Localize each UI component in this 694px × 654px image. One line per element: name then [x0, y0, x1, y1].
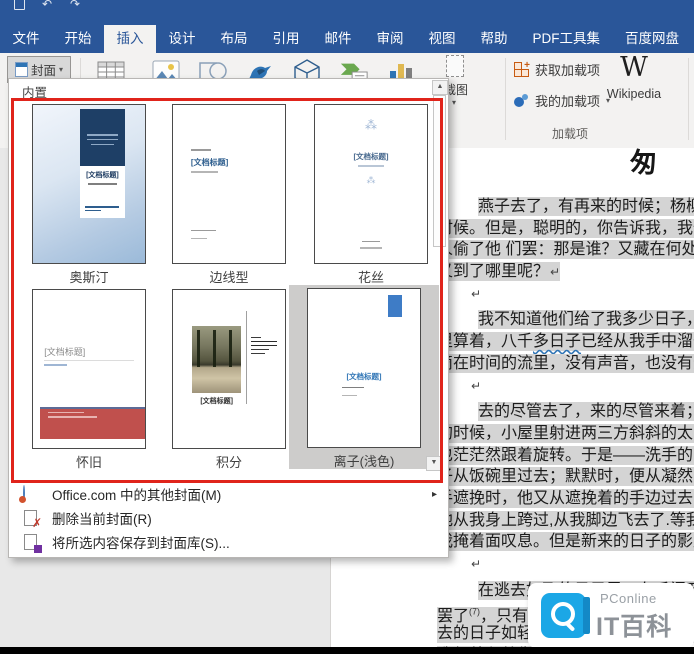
menu-item-more-covers[interactable]: Office.com 中的其他封面(M) ▸ [13, 482, 443, 506]
cover-option-integral[interactable]: [文档标题] 积分 [159, 286, 299, 470]
gallery-scroll-down-icon[interactable]: ▼ [426, 456, 442, 471]
document-text-line: 去的尽管去了，来的尽管来着；去来的中间 [437, 401, 694, 423]
save-icon[interactable] [12, 0, 26, 12]
menu-item-remove-cover[interactable]: ✗ 删除当前封面(R) [13, 506, 443, 530]
document-text-line: ↵ [471, 557, 482, 571]
tab-view[interactable]: 视图 [416, 25, 468, 53]
ornament-icon: ⁂ [365, 117, 377, 132]
document-text-line: 里算着，八千多日子已经从我手中溜去；像针 [437, 331, 694, 353]
submenu-arrow-icon: ▸ [431, 488, 437, 500]
cover-option-filigree[interactable]: ⁂ [文档标题] ⁂ 花丝 [301, 101, 441, 285]
save-to-gallery-icon [23, 533, 42, 553]
cover-art: [文档标题] [80, 108, 125, 218]
tab-review[interactable]: 审阅 [364, 25, 416, 53]
addins-group-label: 加载项 [551, 127, 588, 141]
document-text-line: 也茫茫然跟着旋转。于是——洗手的时候，日 [437, 445, 694, 467]
redo-icon[interactable]: ↷ [68, 0, 82, 12]
globe-icon [23, 484, 40, 503]
document-text-line: 我不知道他们给了我多少日子，但我的手确 [437, 309, 694, 331]
cover-option-nostalgia[interactable]: [文档标题] 怀旧 [19, 286, 159, 470]
cover-art [387, 294, 403, 317]
gallery-scroll-up-icon[interactable]: ▲ [432, 80, 448, 95]
cover-page-icon [14, 62, 28, 77]
chevron-down-icon: ▾ [452, 98, 457, 107]
get-addins-icon: + [514, 60, 530, 77]
menu-item-save-selection[interactable]: 将所选内容保存到封面库(S)... [13, 530, 443, 554]
screenshot-icon [446, 55, 464, 77]
document-text-line: ↵ [471, 378, 482, 393]
tab-references[interactable]: 引用 [260, 25, 312, 53]
tab-mailings[interactable]: 邮件 [312, 25, 364, 53]
get-addins-button[interactable]: + 获取加载项 [514, 60, 600, 79]
document-text-line: 滴在时间的流里，没有声音，也没有影子。↵ [437, 353, 694, 375]
cover-option-sideline[interactable]: [文档标题] 边线型 [159, 101, 299, 285]
cover-thumbnail: [文档标题] [172, 104, 286, 264]
document-text-line: 子从饭碗里过去；默默时，便从凝然的双眼前 [437, 466, 694, 488]
document-text-line: 的时候，小屋里射进两三方斜斜的太阳。太阳 [437, 423, 694, 445]
tab-file[interactable]: 文件 [0, 25, 52, 53]
bottom-black-bar [0, 647, 694, 654]
document-title: 匆 [630, 148, 657, 179]
cover-thumbnail: [文档标题] [32, 289, 146, 449]
document-text-line: 地从我身上跨过,从我脚边飞去了.等我睁开眼 [437, 510, 694, 532]
ornament-icon: ⁂ [366, 174, 376, 185]
cover-option-austin[interactable]: [文档标题] 奥斯汀 [19, 101, 159, 285]
title-bar: ↶ ↷ [0, 0, 694, 25]
cover-page-dropdown: 内置 [文档标题] 奥斯汀 [文档标题] 边线型 ⁂ [文档标题] ⁂ 花丝 [… [8, 78, 449, 558]
ribbon-tabs: 文件 开始 插入 设计 布局 引用 邮件 审阅 视图 帮助 PDF工具集 百度网… [0, 25, 694, 53]
wikipedia-icon: W [620, 52, 648, 83]
cover-thumbnail: [文档标题] [32, 104, 146, 264]
watermark-name: IT百科 [596, 613, 673, 641]
my-addins-icon [514, 93, 529, 108]
watermark: PConline IT百科 [528, 583, 694, 648]
document-text-line: 手遮挽时，他又从遮挽着的手边过去，天黑时 [437, 488, 694, 510]
document-text-line: 燕子去了，有再来的时候；杨柳枯了，有再 [437, 196, 694, 218]
gallery-scrollbar-thumb[interactable] [433, 95, 446, 247]
tab-layout[interactable]: 布局 [208, 25, 260, 53]
document-text-line: 人偷了他 们罢：那是谁？又藏在何处呢？是他 [437, 239, 694, 261]
cover-photo [192, 326, 242, 393]
cover-option-ion-light[interactable]: [文档标题] 离子(浅色) [289, 285, 439, 469]
document-text-line: ↵ [471, 286, 482, 301]
tab-home[interactable]: 开始 [52, 25, 104, 53]
quick-access-toolbar: ↶ ↷ [12, 0, 82, 12]
tab-design[interactable]: 设计 [156, 25, 208, 53]
word-window: ↶ ↷ 文件 开始 插入 设计 布局 引用 邮件 审阅 视图 帮助 PDF工具集… [0, 0, 694, 654]
tab-pdf-tools[interactable]: PDF工具集 [520, 25, 613, 53]
document-text-line: 我掩着面叹息。但是新来的日子的影儿又开始 [437, 531, 694, 553]
chevron-down-icon: ▾ [59, 65, 64, 74]
delete-cover-icon: ✗ [23, 509, 42, 530]
cover-art [39, 406, 145, 439]
builtin-section-label: 内置 [22, 86, 48, 100]
tab-baidu-netdisk[interactable]: 百度网盘 [613, 25, 692, 53]
cover-art [251, 334, 278, 355]
wikipedia-button[interactable]: W Wikipedia [596, 52, 672, 102]
cover-thumbnail: [文档标题] [172, 289, 286, 449]
document-text-line: 又到了哪里呢？↵ [437, 262, 561, 282]
tab-insert[interactable]: 插入 [104, 25, 156, 53]
cover-thumbnail: ⁂ [文档标题] ⁂ [314, 104, 428, 264]
document-text-line: 时候。但是，聪明的，你告诉我，我们的日子 [437, 218, 694, 240]
cover-thumbnail: [文档标题] [307, 288, 421, 448]
it-baike-logo-icon [541, 593, 590, 638]
undo-icon[interactable]: ↶ [40, 0, 54, 12]
watermark-brand: PConline [600, 591, 657, 606]
tab-help[interactable]: 帮助 [468, 25, 520, 53]
